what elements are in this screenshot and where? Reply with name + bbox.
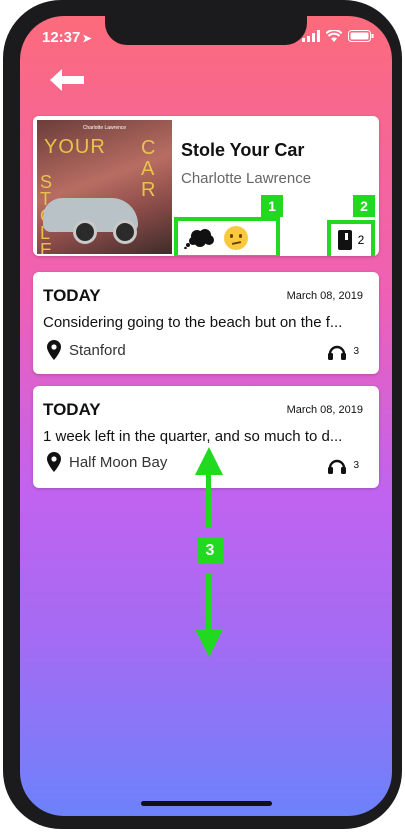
album-art-word-your: YOUR <box>44 136 106 158</box>
annotation-badge-1: 1 <box>261 195 283 217</box>
annotation-line <box>206 474 211 528</box>
battery-icon <box>348 30 374 42</box>
entry-listens-count: 3 <box>353 459 359 471</box>
entry-day: TODAY <box>43 400 101 419</box>
phone-frame: 12:37➤ Charlotte Lawrence YOUR CAR STOLE… <box>3 0 402 829</box>
status-time: 12:37 ➤ <box>42 29 92 46</box>
journal-count[interactable]: 2 <box>327 220 375 256</box>
back-arrow-icon[interactable] <box>48 67 86 93</box>
location-arrow-icon: ➤ <box>82 33 92 45</box>
app-screen: 12:37➤ Charlotte Lawrence YOUR CAR STOLE… <box>20 16 392 816</box>
annotation-line <box>206 574 211 636</box>
album-art-wheel <box>113 220 137 244</box>
notch <box>105 16 307 45</box>
entry-day: TODAY <box>43 286 101 305</box>
song-artist: Charlotte Lawrence <box>181 170 312 187</box>
entry-date: March 08, 2019 <box>286 404 363 416</box>
entry-location-label: Stanford <box>69 341 126 359</box>
entry-date: March 08, 2019 <box>286 290 363 302</box>
album-art: Charlotte Lawrence YOUR CAR STOLE <box>37 120 172 254</box>
home-indicator <box>141 801 272 806</box>
entry-listens: 3 <box>327 342 359 360</box>
annotation-badge-2: 2 <box>353 195 375 217</box>
confused-face-icon <box>224 226 248 250</box>
status-icons <box>302 30 374 42</box>
arrow-down-icon <box>195 629 223 657</box>
album-art-wheel <box>73 220 97 244</box>
entry-text: 1 week left in the quarter, and so much … <box>43 428 343 445</box>
headphones-icon <box>328 345 347 360</box>
map-pin-icon <box>47 452 61 472</box>
entry-listens-count: 3 <box>353 345 359 357</box>
annotation-badge-3: 3 <box>197 538 223 564</box>
journal-count-value: 2 <box>357 233 365 247</box>
journal-icon <box>337 230 352 250</box>
wifi-icon <box>326 30 342 42</box>
map-pin-icon <box>47 340 61 360</box>
signal-icon <box>302 30 320 42</box>
song-card[interactable]: Charlotte Lawrence YOUR CAR STOLE Stole … <box>33 116 379 256</box>
song-title: Stole Your Car <box>181 140 305 160</box>
headphones-icon <box>328 459 347 474</box>
entry-text: Considering going to the beach but on th… <box>43 314 343 331</box>
album-art-artist-text: Charlotte Lawrence <box>82 125 127 131</box>
entry-location: Stanford <box>47 340 126 360</box>
entry-listens: 3 <box>327 456 359 474</box>
journal-entry-card[interactable]: TODAY March 08, 2019 Considering going t… <box>33 272 379 374</box>
entry-location-label: Half Moon Bay <box>69 453 168 471</box>
mood-indicators[interactable] <box>174 217 280 256</box>
arrow-up-icon <box>195 447 223 475</box>
entry-location: Half Moon Bay <box>47 452 167 472</box>
album-art-word-car: CAR <box>141 137 157 201</box>
thought-cloud-icon <box>184 229 214 249</box>
